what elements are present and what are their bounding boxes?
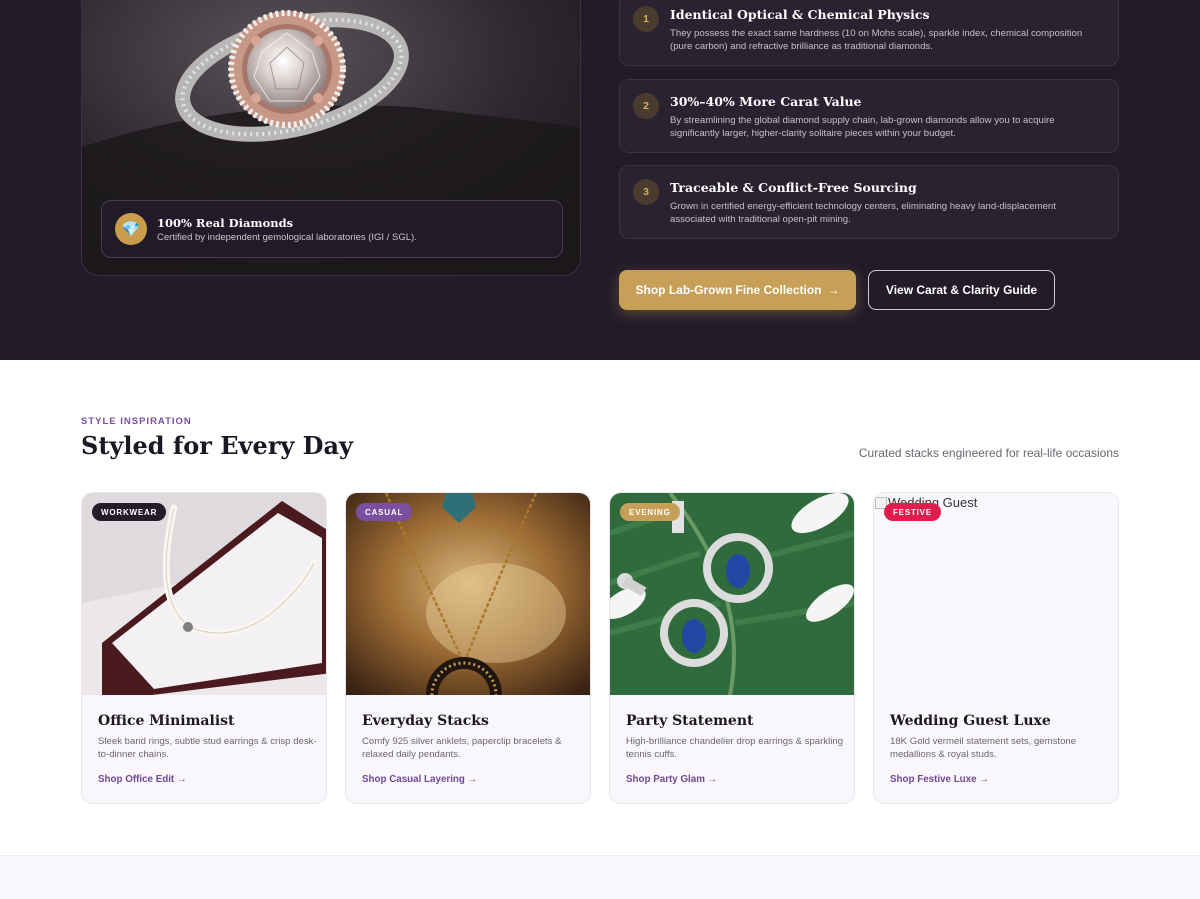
pearl-necklace-image <box>82 493 326 695</box>
style-card-casual[interactable]: CASUAL Everyday Stacks Comfy 925 silver … <box>345 492 591 804</box>
category-badge: FESTIVE <box>884 503 941 521</box>
feature-number: 2 <box>633 93 659 119</box>
wedding-guest-image-broken: Wedding Guest <box>874 493 1118 695</box>
diamond-icon: 💎 <box>115 213 147 245</box>
feature-number: 1 <box>633 6 659 32</box>
feature-item: 2 30%–40% More Carat Value By streamlini… <box>619 79 1119 153</box>
feature-item: 1 Identical Optical & Chemical Physics T… <box>619 0 1119 66</box>
card-description: High-brilliance chandelier drop earrings… <box>626 736 844 760</box>
feature-text: Grown in certified energy-efficient tech… <box>670 201 1056 225</box>
style-card-evening[interactable]: EVENING Party Statement High-brilliance … <box>609 492 855 804</box>
shop-festive-luxe-link[interactable]: Shop Festive Luxe → <box>890 774 989 785</box>
section-eyebrow: STYLE INSPIRATION <box>81 416 192 427</box>
lab-grown-hero: 💎 100% Real Diamonds Certified by indepe… <box>0 0 1200 360</box>
category-badge: EVENING <box>620 503 680 521</box>
feature-title: Traceable & Conflict-Free Sourcing <box>670 180 917 195</box>
card-title: Everyday Stacks <box>362 713 489 729</box>
card-description: Sleek band rings, subtle stud earrings &… <box>98 736 317 760</box>
style-card-festive[interactable]: Wedding Guest FESTIVE Wedding Guest Luxe… <box>873 492 1119 804</box>
feature-number: 3 <box>633 179 659 205</box>
card-description: 18K Gold vermeil statement sets, gemston… <box>890 736 1077 760</box>
next-section-start <box>0 855 1200 899</box>
gold-chain-pendant-image <box>346 493 590 695</box>
cert-title: 100% Real Diamonds <box>157 216 294 230</box>
category-badge: WORKWEAR <box>92 503 167 521</box>
style-card-workwear[interactable]: WORKWEAR Office Minimalist Sleek band ri… <box>81 492 327 804</box>
feature-title: 30%–40% More Carat Value <box>670 94 862 109</box>
section-subtitle: Curated stacks engineered for real-life … <box>858 446 1119 460</box>
shop-party-glam-link[interactable]: Shop Party Glam → <box>626 774 717 785</box>
card-title: Party Statement <box>626 713 754 729</box>
feature-item: 3 Traceable & Conflict-Free Sourcing Gro… <box>619 165 1119 239</box>
certification-box: 💎 100% Real Diamonds Certified by indepe… <box>101 200 563 258</box>
card-title: Office Minimalist <box>98 713 235 729</box>
card-title: Wedding Guest Luxe <box>890 713 1051 729</box>
shop-office-edit-link[interactable]: Shop Office Edit → <box>98 774 187 785</box>
shop-lab-grown-label: Shop Lab-Grown Fine Collection <box>635 283 822 297</box>
ring-showcase-card: 💎 100% Real Diamonds Certified by indepe… <box>81 0 581 276</box>
shop-lab-grown-button[interactable]: Shop Lab-Grown Fine Collection → <box>619 270 856 310</box>
sapphire-drop-earrings-image <box>610 493 854 695</box>
feature-title: Identical Optical & Chemical Physics <box>670 7 930 22</box>
arrow-right-icon: → <box>827 283 840 297</box>
category-badge: CASUAL <box>356 503 413 521</box>
carat-guide-button[interactable]: View Carat & Clarity Guide <box>868 270 1055 310</box>
cert-text: Certified by independent gemological lab… <box>157 232 417 243</box>
section-title: Styled for Every Day <box>81 431 353 460</box>
shop-casual-layering-link[interactable]: Shop Casual Layering → <box>362 774 477 785</box>
feature-text: By streamlining the global diamond suppl… <box>670 115 1055 139</box>
feature-text: They possess the exact same hardness (10… <box>670 28 1083 52</box>
card-description: Comfy 925 silver anklets, paperclip brac… <box>362 736 562 760</box>
